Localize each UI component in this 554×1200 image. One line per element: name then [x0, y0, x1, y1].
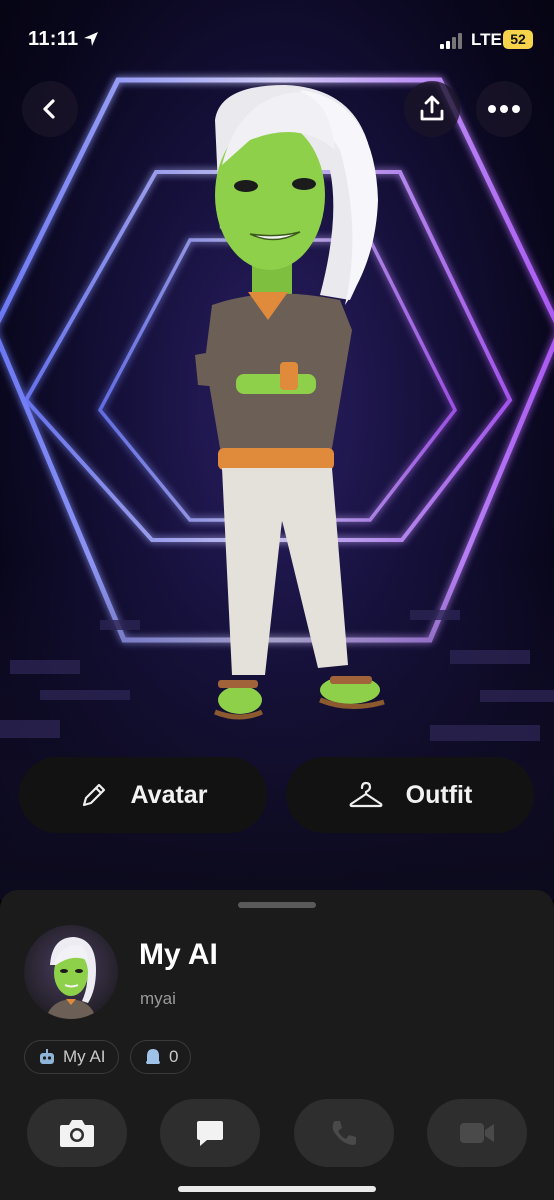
phone-icon	[332, 1121, 356, 1145]
avatar[interactable]	[24, 925, 118, 1019]
my-ai-badge-label: My AI	[63, 1047, 106, 1066]
share-button[interactable]	[404, 81, 460, 137]
my-ai-badge[interactable]: My AI	[24, 1040, 119, 1074]
chat-button[interactable]	[160, 1099, 260, 1167]
status-time: 11:11	[28, 28, 79, 50]
profile-display-name: My AI	[139, 938, 218, 971]
video-call-button[interactable]	[427, 1099, 527, 1167]
profile-username: myai	[140, 989, 176, 1008]
more-options-button[interactable]	[476, 81, 532, 137]
battery-indicator: 52	[503, 30, 533, 49]
avatar-thumbnail-image	[46, 937, 96, 1019]
robot-icon	[40, 1049, 54, 1064]
camera-button[interactable]	[27, 1099, 127, 1167]
more-horizontal-icon	[488, 105, 520, 113]
camera-icon	[60, 1120, 94, 1147]
avatar-button-label: Avatar	[130, 780, 208, 809]
outfit-button-label: Outfit	[405, 780, 473, 809]
chevron-left-icon	[43, 99, 55, 119]
edit-outfit-button[interactable]: Outfit	[286, 757, 534, 833]
location-arrow-icon	[84, 32, 98, 46]
video-icon	[460, 1123, 494, 1143]
chat-icon	[197, 1121, 223, 1146]
status-bar: 11:11 LTE 52	[0, 0, 554, 80]
snap-score-badge[interactable]: 0	[130, 1040, 192, 1074]
pencil-icon	[82, 783, 105, 807]
home-indicator[interactable]	[178, 1186, 376, 1192]
profile-sheet: My AI myai My AI 0	[0, 890, 554, 1200]
network-type: LTE	[471, 30, 502, 49]
sheet-grabber[interactable]	[238, 902, 316, 908]
share-icon	[420, 95, 444, 121]
cell-signal-icon	[440, 33, 462, 49]
ghost-icon	[146, 1049, 160, 1064]
call-button[interactable]	[294, 1099, 394, 1167]
back-button[interactable]	[22, 81, 78, 137]
hanger-icon	[349, 781, 383, 808]
edit-avatar-button[interactable]: Avatar	[19, 757, 267, 833]
snap-score-value: 0	[169, 1047, 179, 1066]
